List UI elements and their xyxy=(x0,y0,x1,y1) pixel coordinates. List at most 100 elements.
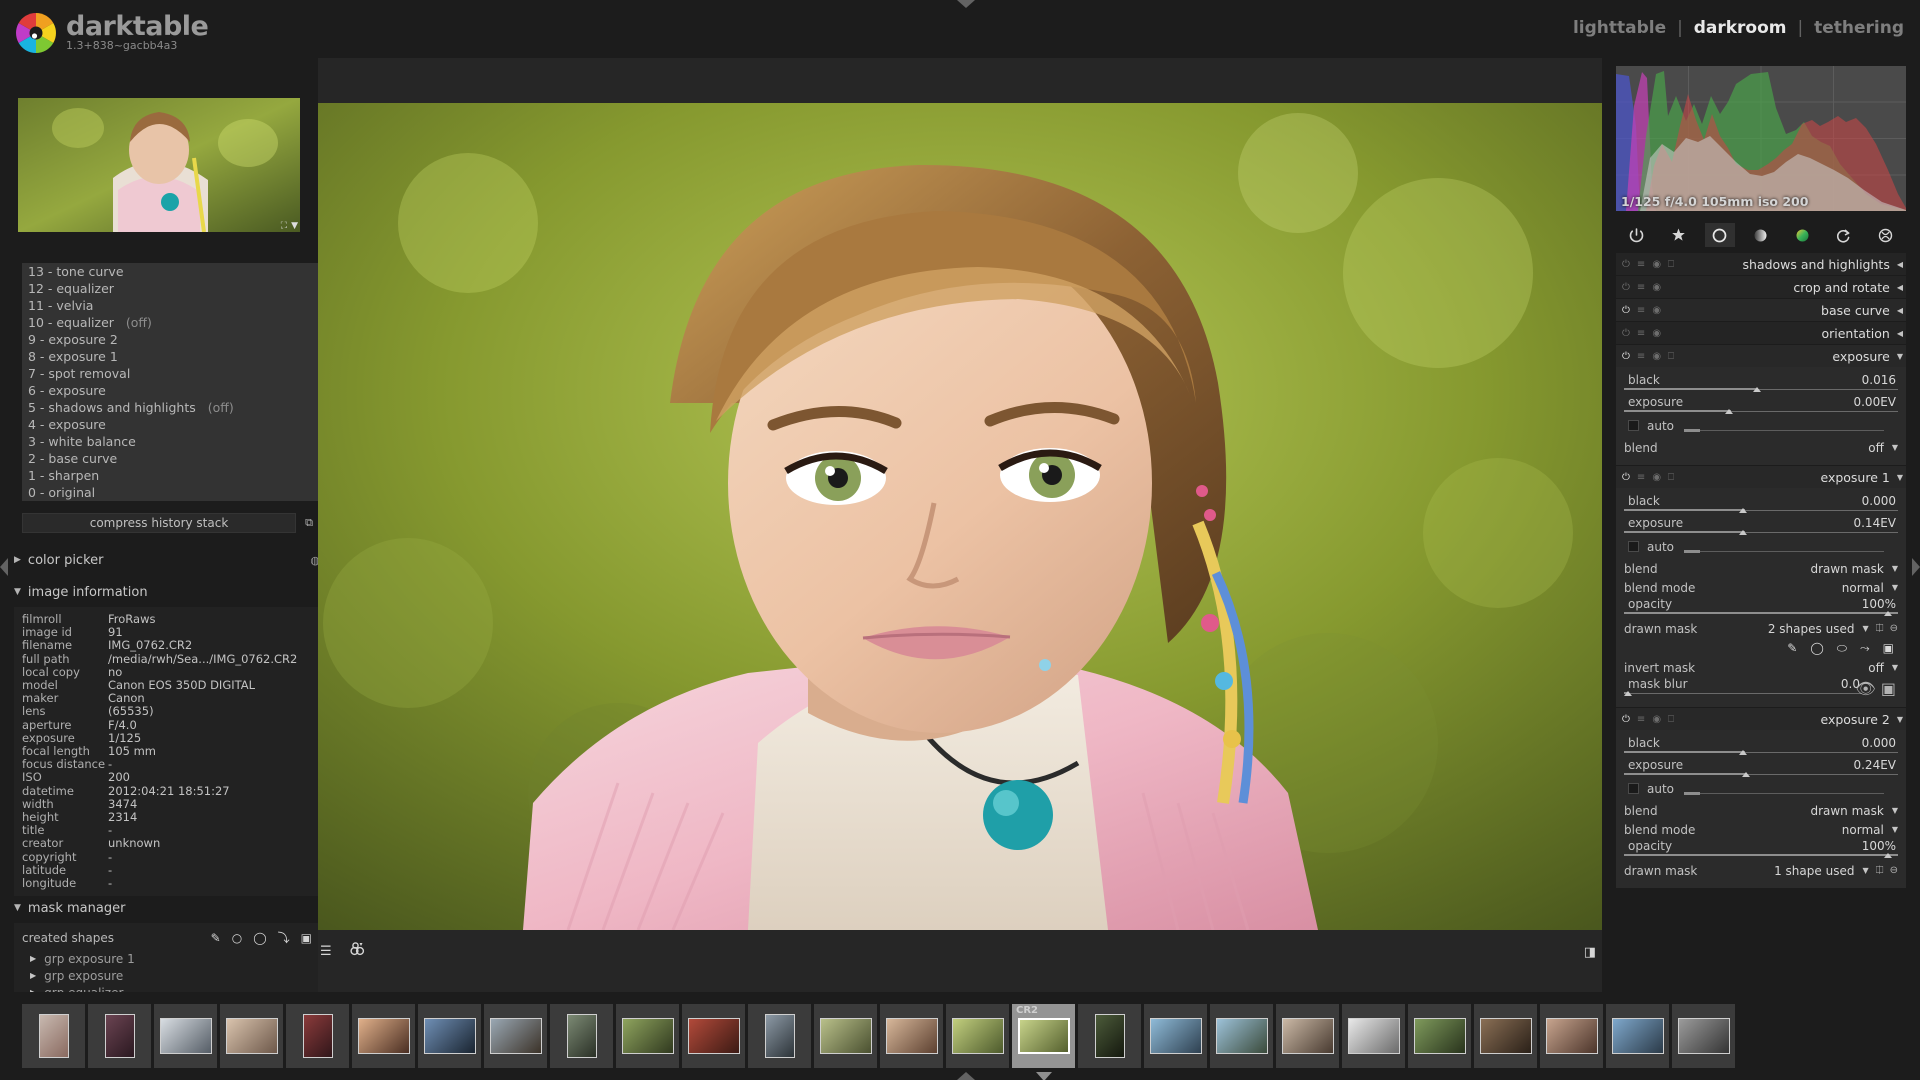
view-lighttable[interactable]: lighttable xyxy=(1573,18,1666,38)
image-information-header[interactable]: ▼ image information xyxy=(14,580,320,604)
filmstrip-thumbnail[interactable] xyxy=(352,1004,415,1068)
ellipse-icon[interactable]: ⬭ xyxy=(1837,641,1847,656)
chevron-down-icon[interactable]: ▼ xyxy=(1897,473,1903,482)
edited-photo-frame[interactable] xyxy=(318,103,1602,930)
history-item[interactable]: 7 - spot removal xyxy=(22,365,318,382)
opacity-slider[interactable]: opacity 100% xyxy=(1624,839,1898,858)
chevron-left-icon[interactable]: ◀ xyxy=(1897,329,1903,338)
chevron-down-icon[interactable]: ▼ xyxy=(1892,806,1898,815)
filmstrip-thumbnail[interactable] xyxy=(1606,1004,1669,1068)
history-item[interactable]: 2 - base curve xyxy=(22,450,318,467)
left-panel-handle[interactable] xyxy=(0,558,8,576)
exposure-slider[interactable]: exposure 0.14EV xyxy=(1624,516,1898,535)
module-header[interactable]: ⏻ ≡ ◉ base curve ◀ xyxy=(1616,299,1906,321)
filmstrip-thumbnail[interactable] xyxy=(1342,1004,1405,1068)
power-icon[interactable]: ⏻ xyxy=(1622,328,1630,339)
histogram[interactable]: 1/125 f/4.0 105mm iso 200 xyxy=(1616,66,1906,211)
list-item[interactable]: ▶ grp exposure xyxy=(14,967,320,984)
chevron-down-icon[interactable]: ▼ xyxy=(291,221,298,231)
history-item[interactable]: 13 - tone curve xyxy=(22,263,318,280)
history-item[interactable]: 12 - equalizer xyxy=(22,280,318,297)
presets-icon[interactable]: ≡ xyxy=(1637,714,1645,725)
show-mask-icon[interactable]: ⎅ xyxy=(1876,623,1884,634)
history-item[interactable]: 1 - sharpen xyxy=(22,467,318,484)
app-logo[interactable]: darktable 1.3+838~gacbb4a3 xyxy=(14,11,209,55)
blend-mode-row[interactable]: blend mode normal ▼ xyxy=(1624,820,1898,839)
opacity-slider[interactable]: opacity 100% xyxy=(1624,597,1898,616)
auto-row[interactable]: auto xyxy=(1624,538,1898,555)
chevron-down-icon[interactable]: ▼ xyxy=(1892,564,1898,573)
pencil-icon[interactable]: ✎ xyxy=(1787,641,1797,655)
history-item[interactable]: 11 - velvia xyxy=(22,297,318,314)
auto-row[interactable]: auto xyxy=(1624,417,1898,434)
bottom-panel-handle[interactable] xyxy=(957,1072,975,1080)
chevron-down-icon[interactable]: ▼ xyxy=(1892,583,1898,592)
reset-icon[interactable]: ◉ xyxy=(1652,328,1661,339)
history-item[interactable]: 9 - exposure 2 xyxy=(22,331,318,348)
presets-icon[interactable]: ≡ xyxy=(1637,328,1645,339)
drawn-mask-row[interactable]: drawn mask 2 shapes used ▼ ⎅ ⊖ xyxy=(1624,619,1898,638)
presets-icon[interactable]: ≡ xyxy=(1637,351,1645,362)
module-header[interactable]: ⏻ ≡ ◉ ⎕ exposure ▼ xyxy=(1616,345,1906,367)
gradient-icon[interactable]: ▣ xyxy=(301,931,312,945)
auto-row[interactable]: auto xyxy=(1624,780,1898,797)
filmstrip-thumbnail[interactable] xyxy=(616,1004,679,1068)
filmstrip-thumbnail[interactable]: CR2 xyxy=(1012,1004,1075,1080)
power-icon[interactable]: ⏻ xyxy=(1622,259,1630,270)
view-tethering[interactable]: tethering xyxy=(1814,18,1904,38)
reset-icon[interactable]: ◉ xyxy=(1652,259,1661,270)
navigation-controls[interactable]: ⛶ ▼ xyxy=(281,221,298,231)
filmstrip-thumbnail[interactable] xyxy=(1672,1004,1735,1068)
filmstrip-thumbnail[interactable] xyxy=(682,1004,745,1068)
overexposed-indicator-icon[interactable]: ◨ xyxy=(1584,945,1596,960)
power-icon[interactable]: ⏻ xyxy=(1622,472,1630,483)
chevron-left-icon[interactable]: ◀ xyxy=(1897,260,1903,269)
blend-row[interactable]: blend drawn mask ▼ xyxy=(1624,801,1898,820)
power-icon[interactable]: ⏻ xyxy=(1622,305,1630,316)
favorite-modules-icon[interactable] xyxy=(1663,223,1693,247)
compress-history-stack-button[interactable]: compress history stack xyxy=(22,513,296,533)
effects-group-icon[interactable] xyxy=(1870,223,1900,247)
show-mask-icon[interactable]: ⎅ xyxy=(1876,865,1884,876)
top-panel-handle[interactable] xyxy=(957,0,975,8)
blend-row[interactable]: blend off ▼ xyxy=(1624,438,1898,457)
chevron-down-icon[interactable]: ▼ xyxy=(1897,352,1903,361)
mask-blur-slider[interactable]: mask blur 0.0 👁 ▣ xyxy=(1624,677,1898,698)
chevron-down-icon[interactable]: ▼ xyxy=(1892,825,1898,834)
history-item[interactable]: 0 - original xyxy=(22,484,318,501)
basic-group-icon[interactable] xyxy=(1704,223,1735,247)
chevron-down-icon[interactable]: ▼ xyxy=(1897,715,1903,724)
filmstrip-thumbnail[interactable] xyxy=(1474,1004,1537,1068)
filmstrip-thumbnail[interactable] xyxy=(1408,1004,1471,1068)
module-header[interactable]: ⏻ ≡ ◉ ⎕ exposure 1 ▼ xyxy=(1616,466,1906,488)
history-item[interactable]: 6 - exposure xyxy=(22,382,318,399)
history-item[interactable]: 10 - equalizer (off) xyxy=(22,314,318,331)
filmstrip-thumbnail[interactable] xyxy=(1210,1004,1273,1068)
exposure-slider[interactable]: exposure 0.24EV xyxy=(1624,758,1898,777)
filmstrip-thumbnail[interactable] xyxy=(286,1004,349,1068)
black-slider[interactable]: black 0.000 xyxy=(1624,494,1898,513)
color-picker-header[interactable]: ▶ color picker ◍ xyxy=(14,548,320,572)
presets-icon[interactable]: ≡ xyxy=(1637,472,1645,483)
active-modules-icon[interactable] xyxy=(1622,223,1652,247)
remove-mask-icon[interactable]: ⊖ xyxy=(1890,623,1898,634)
presets-icon[interactable]: ≡ xyxy=(1637,259,1645,270)
filmstrip-thumbnail[interactable] xyxy=(484,1004,547,1068)
chevron-down-icon[interactable]: ▼ xyxy=(1862,866,1868,875)
chevron-down-icon[interactable]: ▼ xyxy=(1892,663,1898,672)
drawn-mask-row[interactable]: drawn mask 1 shape used ▼ ⎅ ⊖ xyxy=(1624,861,1898,880)
chevron-down-icon[interactable]: ▼ xyxy=(1892,443,1898,452)
black-slider[interactable]: black 0.016 xyxy=(1624,373,1898,392)
multi-instance-icon[interactable]: ⎕ xyxy=(1668,472,1674,483)
filmstrip-thumbnail[interactable] xyxy=(550,1004,613,1068)
pencil-icon[interactable]: ✎ xyxy=(211,931,221,945)
history-item[interactable]: 4 - exposure xyxy=(22,416,318,433)
circle-icon[interactable]: ○ xyxy=(232,931,242,945)
circle-icon[interactable]: ◯ xyxy=(1810,641,1823,655)
presets-icon[interactable]: ≡ xyxy=(1637,282,1645,293)
list-item[interactable]: ▶ grp exposure 1 xyxy=(14,950,320,967)
eye-icon[interactable]: 👁 xyxy=(1855,679,1875,698)
right-panel-handle[interactable] xyxy=(1912,558,1920,576)
view-darkroom[interactable]: darkroom xyxy=(1694,18,1787,38)
filmstrip-thumbnail[interactable] xyxy=(748,1004,811,1068)
